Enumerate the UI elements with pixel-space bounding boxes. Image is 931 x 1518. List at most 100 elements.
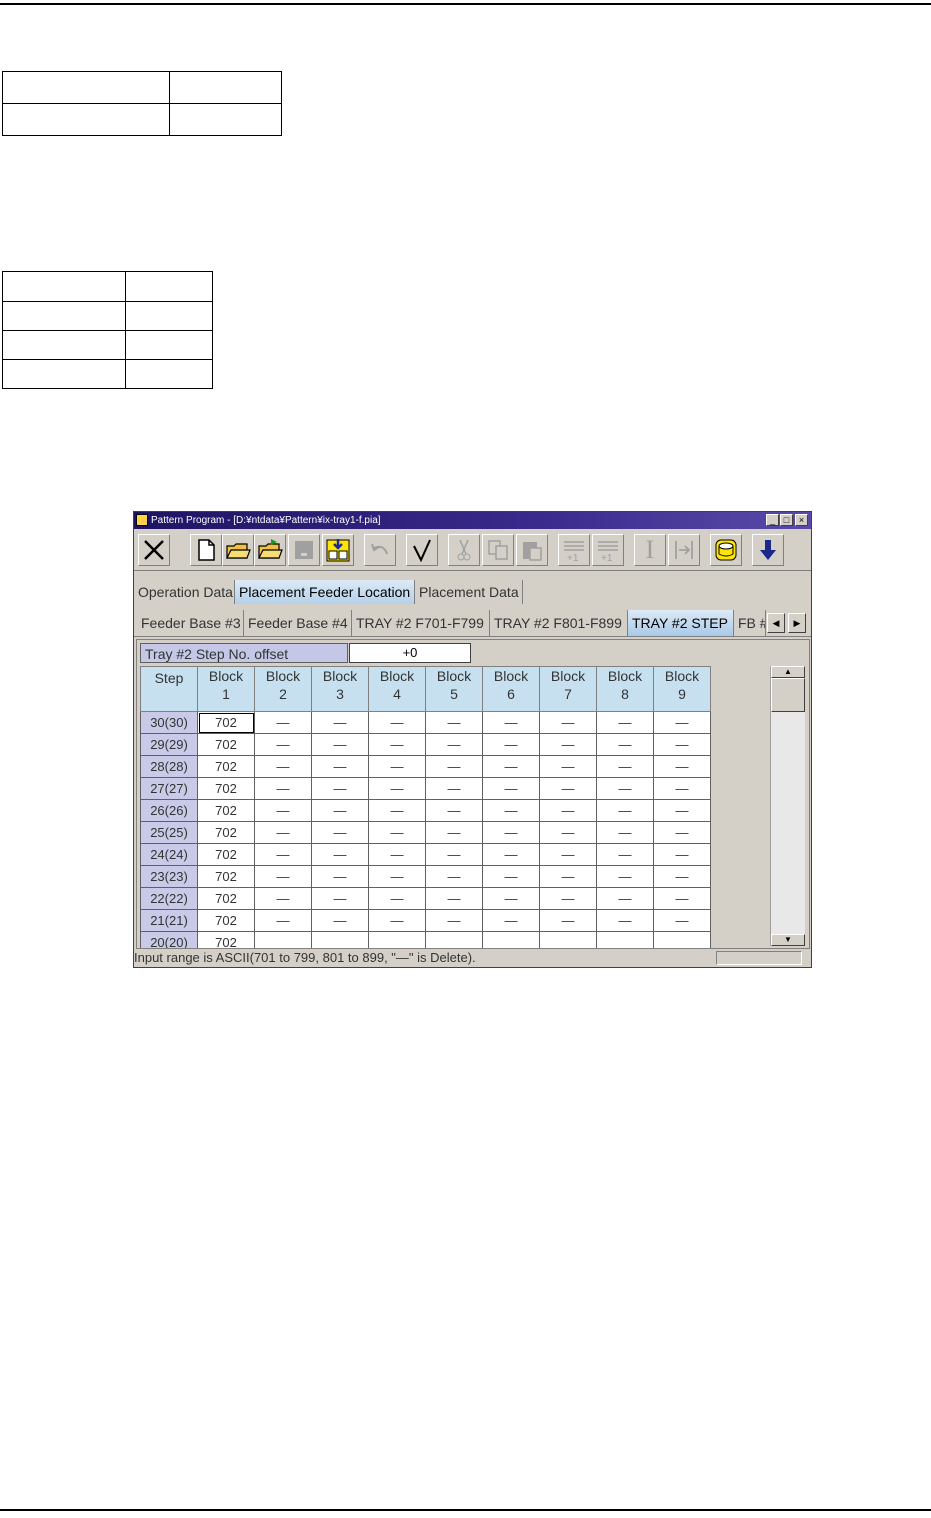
download-button[interactable] <box>752 534 784 566</box>
block-cell[interactable]: — <box>368 711 426 734</box>
exit-button[interactable] <box>138 534 170 566</box>
block-cell[interactable]: — <box>254 711 312 734</box>
cut-button[interactable] <box>448 534 480 566</box>
step-row-header[interactable]: 21(21) <box>140 909 198 932</box>
block-cell[interactable]: 702 <box>197 887 255 910</box>
block-cell[interactable]: — <box>368 821 426 844</box>
vertical-scrollbar[interactable]: ▲ ▼ <box>770 666 805 946</box>
step-row-header[interactable]: 27(27) <box>140 777 198 800</box>
block-cell[interactable]: — <box>482 777 540 800</box>
tab-feeder-base-4[interactable]: Feeder Base #4 <box>244 610 352 636</box>
block-cell[interactable]: — <box>596 887 654 910</box>
block-cell[interactable]: — <box>539 733 597 756</box>
block-cell[interactable]: — <box>653 777 711 800</box>
check-button[interactable] <box>406 534 438 566</box>
insert-step-button[interactable]: +1 <box>558 534 590 566</box>
step-row-header[interactable]: 23(23) <box>140 865 198 888</box>
tab-placement-data[interactable]: Placement Data <box>415 580 523 604</box>
block-cell[interactable]: — <box>596 755 654 778</box>
new-file-button[interactable] <box>190 534 222 566</box>
block-cell[interactable]: — <box>368 909 426 932</box>
block-cell[interactable]: 702 <box>197 777 255 800</box>
tab-scroll-right-button[interactable]: ▶ <box>788 613 806 633</box>
block-cell[interactable]: — <box>368 865 426 888</box>
block-cell[interactable]: — <box>482 711 540 734</box>
block-cell[interactable]: — <box>254 865 312 888</box>
block-cell[interactable]: — <box>482 909 540 932</box>
tab-tray2-f701-f799[interactable]: TRAY #2 F701-F799 <box>352 610 490 636</box>
block-cell[interactable]: — <box>425 821 483 844</box>
block-cell[interactable]: — <box>368 755 426 778</box>
block-cell[interactable]: — <box>482 799 540 822</box>
tab-placement-feeder-location[interactable]: Placement Feeder Location <box>235 580 415 604</box>
block-cell[interactable]: — <box>653 887 711 910</box>
add-step-button[interactable]: +1 <box>592 534 624 566</box>
jump-button[interactable] <box>668 534 700 566</box>
save-button[interactable] <box>288 534 320 566</box>
block-cell[interactable]: — <box>539 777 597 800</box>
undo-button[interactable] <box>364 534 396 566</box>
step-row-header[interactable]: 29(29) <box>140 733 198 756</box>
copy-button[interactable] <box>482 534 514 566</box>
close-button[interactable]: × <box>795 514 808 526</box>
block-cell[interactable]: — <box>539 799 597 822</box>
block-cell[interactable] <box>653 931 711 948</box>
block-cell[interactable]: 702 <box>197 843 255 866</box>
block-cell[interactable]: — <box>311 887 369 910</box>
block-cell[interactable]: — <box>653 909 711 932</box>
block-cell[interactable]: — <box>311 843 369 866</box>
block-cell[interactable]: — <box>539 843 597 866</box>
block-cell[interactable]: — <box>425 755 483 778</box>
block-cell[interactable]: 702 <box>197 821 255 844</box>
block-cell[interactable] <box>368 931 426 948</box>
block-cell[interactable]: — <box>368 733 426 756</box>
block-cell[interactable]: — <box>368 843 426 866</box>
block-cell[interactable]: — <box>311 821 369 844</box>
tab-tray2-f801-f899[interactable]: TRAY #2 F801-F899 <box>490 610 628 636</box>
block-cell[interactable]: 702 <box>197 865 255 888</box>
save-as-button[interactable] <box>322 534 354 566</box>
block-cell[interactable]: 702 <box>197 909 255 932</box>
step-row-header[interactable]: 28(28) <box>140 755 198 778</box>
block-cell[interactable]: — <box>596 821 654 844</box>
tab-scroll-left-button[interactable]: ◀ <box>767 613 785 633</box>
block-cell[interactable]: — <box>425 711 483 734</box>
block-cell[interactable]: — <box>653 799 711 822</box>
block-cell[interactable] <box>596 931 654 948</box>
database-button[interactable] <box>710 534 742 566</box>
block-cell[interactable]: — <box>596 777 654 800</box>
block-cell[interactable]: — <box>539 821 597 844</box>
block-cell[interactable]: — <box>311 733 369 756</box>
block-cell[interactable]: — <box>311 777 369 800</box>
block-cell[interactable]: — <box>653 755 711 778</box>
block-cell[interactable]: — <box>653 733 711 756</box>
step-row-header[interactable]: 25(25) <box>140 821 198 844</box>
block-cell[interactable]: — <box>254 755 312 778</box>
block-cell[interactable]: — <box>425 909 483 932</box>
block-cell[interactable] <box>311 931 369 948</box>
paste-button[interactable] <box>516 534 548 566</box>
block-cell[interactable]: — <box>368 777 426 800</box>
block-cell[interactable]: — <box>425 777 483 800</box>
block-cell[interactable]: — <box>653 821 711 844</box>
block-cell[interactable]: — <box>254 777 312 800</box>
insert-cursor-button[interactable]: I <box>634 534 666 566</box>
block-cell[interactable]: — <box>254 733 312 756</box>
block-cell[interactable]: — <box>653 711 711 734</box>
block-cell[interactable]: — <box>311 755 369 778</box>
tab-feeder-base-3[interactable]: Feeder Base #3 <box>137 610 244 636</box>
block-cell[interactable]: — <box>539 755 597 778</box>
maximize-button[interactable]: □ <box>780 514 793 526</box>
step-row-header[interactable]: 26(26) <box>140 799 198 822</box>
step-offset-input[interactable]: +0 <box>349 643 471 663</box>
step-row-header[interactable]: 20(20) <box>140 931 198 948</box>
block-cell[interactable]: — <box>425 799 483 822</box>
title-bar[interactable]: Pattern Program - [D:¥ntdata¥Pattern¥ix-… <box>134 512 811 529</box>
block-cell[interactable]: — <box>596 843 654 866</box>
block-cell[interactable]: — <box>482 821 540 844</box>
block-cell[interactable]: — <box>254 799 312 822</box>
block-cell[interactable]: — <box>425 887 483 910</box>
block-cell[interactable]: — <box>539 909 597 932</box>
block-cell[interactable]: — <box>482 755 540 778</box>
block-cell[interactable]: — <box>596 733 654 756</box>
